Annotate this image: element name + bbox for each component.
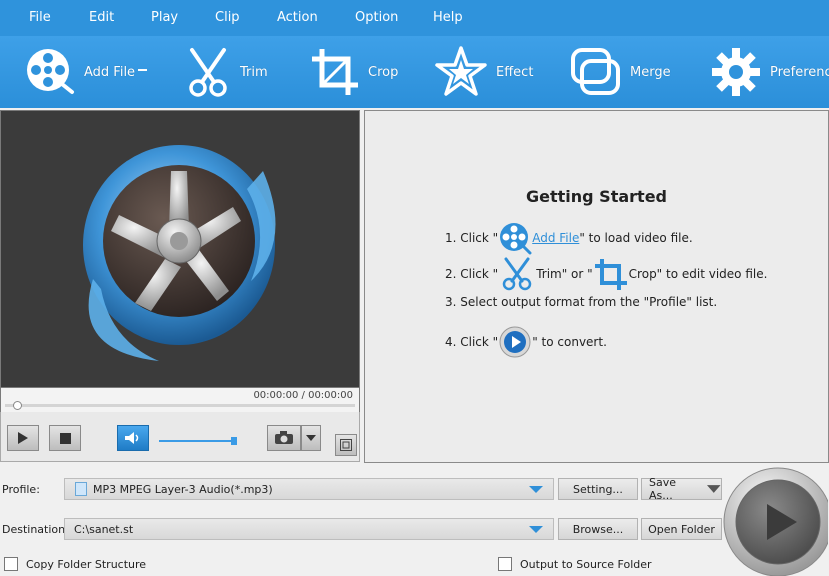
play-icon (723, 467, 829, 576)
save-as-label: Save As... (649, 476, 677, 502)
seek-bar[interactable]: 00:00:00 / 00:00:00 (0, 388, 360, 412)
checkbox-box[interactable] (4, 557, 18, 571)
copy-folder-structure-label: Copy Folder Structure (26, 557, 147, 571)
crop-button[interactable]: Crop (310, 36, 398, 108)
menu-file[interactable]: File (29, 10, 51, 25)
toolbar: Add File Trim Crop Effect Merge Preferen… (0, 36, 829, 108)
preferences-label: Preferences (770, 64, 829, 80)
crop-icon[interactable] (593, 257, 629, 291)
play-button[interactable] (7, 425, 39, 451)
scissors-icon[interactable] (498, 257, 536, 291)
volume-button[interactable] (117, 425, 149, 451)
menu-option[interactable]: Option (355, 10, 398, 25)
merge-icon (571, 48, 620, 95)
getting-started-panel: Getting Started 1. Click " Add File " to… (364, 110, 829, 463)
dropdown-icon[interactable] (138, 69, 148, 71)
guide-title: Getting Started (526, 187, 667, 206)
merge-label: Merge (630, 64, 671, 80)
menu-edit[interactable]: Edit (89, 10, 114, 25)
output-to-source-folder-label: Output to Source Folder (520, 557, 652, 571)
fullscreen-button[interactable] (335, 434, 357, 456)
film-reel-icon (500, 223, 532, 255)
convert-button[interactable] (722, 466, 829, 576)
profile-select[interactable]: MP3 MPEG Layer-3 Audio(*.mp3) (64, 478, 554, 500)
menu-help[interactable]: Help (433, 10, 463, 25)
chevron-down-icon (707, 485, 721, 493)
play-icon (18, 432, 28, 444)
gear-icon (712, 48, 760, 96)
save-as-button[interactable]: Save As... (641, 476, 722, 502)
guide-step-3: 3. Select output format from the "Profil… (445, 295, 718, 309)
trim-button[interactable]: Trim (184, 36, 268, 108)
step2-trim: Trim" or " (536, 267, 593, 281)
crop-icon (312, 49, 358, 95)
effect-button[interactable]: Effect (434, 36, 533, 108)
add-file-link[interactable]: Add File (532, 231, 579, 245)
convert-play-icon[interactable] (498, 325, 532, 359)
video-preview (0, 110, 360, 388)
destination-value: C:\sanet.st (74, 522, 134, 536)
seek-track[interactable] (5, 404, 355, 407)
speaker-icon (125, 432, 139, 444)
destination-label: Destination: (2, 523, 69, 536)
open-folder-button[interactable]: Open Folder (641, 518, 722, 540)
guide-step-2: 2. Click " Trim" or " Crop" to edit vide… (445, 257, 767, 291)
copy-folder-structure-checkbox[interactable]: Copy Folder Structure (4, 557, 146, 571)
player-controls (0, 412, 360, 462)
scissors-icon (189, 48, 227, 97)
trim-label: Trim (240, 64, 268, 80)
chevron-down-icon (529, 486, 543, 493)
add-file-button[interactable]: Add File (24, 36, 148, 108)
setting-button[interactable]: Setting... (558, 478, 638, 500)
menu-bar: File Edit Play Clip Action Option Help (0, 0, 829, 36)
stop-button[interactable] (49, 425, 81, 451)
snapshot-button[interactable] (267, 425, 301, 451)
guide-step-1: 1. Click " Add File " to load video file… (445, 221, 693, 255)
chevron-down-icon (306, 435, 316, 441)
preferences-button[interactable]: Preferences (710, 36, 829, 108)
profile-value: MP3 MPEG Layer-3 Audio(*.mp3) (93, 482, 273, 496)
step1-prefix: 1. Click " (445, 231, 499, 245)
chevron-down-icon (529, 526, 543, 533)
app-window: File Edit Play Clip Action Option Help A… (0, 0, 829, 576)
star-icon (435, 46, 487, 96)
merge-button[interactable]: Merge (570, 36, 671, 108)
crop-label: Crop (368, 64, 399, 80)
output-to-source-folder-checkbox[interactable]: Output to Source Folder (498, 557, 652, 571)
camera-icon (275, 431, 293, 444)
menu-play[interactable]: Play (151, 10, 178, 25)
time-readout: 00:00:00 / 00:00:00 (253, 390, 353, 401)
destination-select[interactable]: C:\sanet.st (64, 518, 554, 540)
volume-thumb[interactable] (231, 437, 237, 445)
step2-suffix: Crop" to edit video file. (628, 267, 768, 281)
checkbox-box[interactable] (498, 557, 512, 571)
menu-clip[interactable]: Clip (215, 10, 240, 25)
step2-prefix: 2. Click " (445, 267, 499, 281)
menu-action[interactable]: Action (277, 10, 318, 25)
profile-label: Profile: (2, 483, 40, 496)
video-reel-logo-icon (83, 145, 276, 361)
fullscreen-icon (340, 439, 352, 451)
step4-prefix: 4. Click " (445, 335, 499, 349)
audio-file-icon (75, 482, 87, 496)
volume-slider[interactable] (159, 437, 237, 445)
step4-suffix: " to convert. (532, 335, 607, 349)
add-file-label: Add File (84, 64, 136, 80)
effect-label: Effect (496, 64, 534, 80)
snapshot-dropdown[interactable] (301, 425, 321, 451)
browse-button[interactable]: Browse... (558, 518, 638, 540)
seek-thumb[interactable] (13, 401, 22, 410)
film-reel-icon (27, 49, 74, 94)
guide-step-4: 4. Click " " to convert. (445, 325, 607, 359)
stop-icon (59, 432, 71, 444)
step1-suffix: " to load video file. (579, 231, 693, 245)
